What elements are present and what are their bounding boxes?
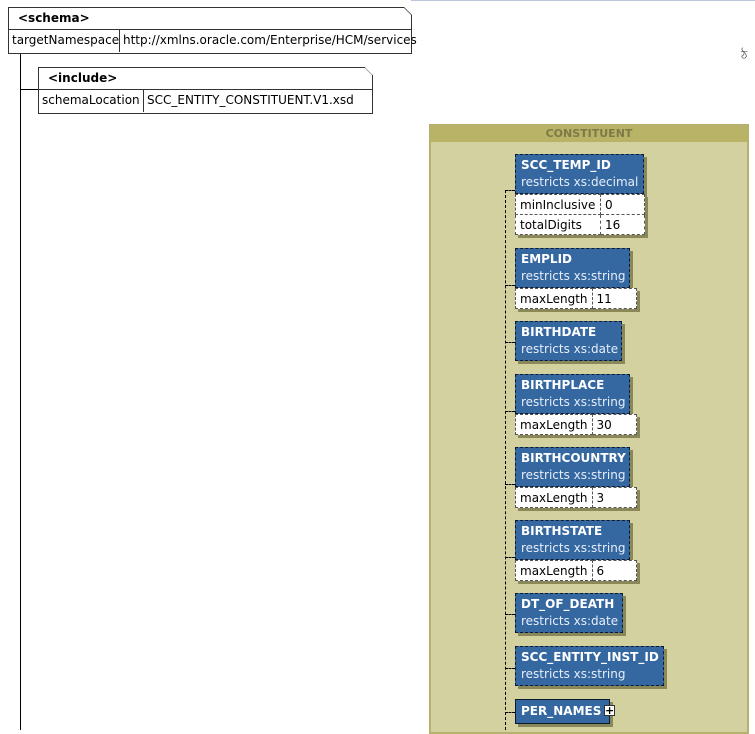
schema-title: <schema>	[9, 8, 411, 30]
facet-value: 6	[591, 560, 637, 581]
connector-tick	[505, 411, 515, 412]
element-name: BIRTHDATE	[521, 325, 597, 339]
element-birthdate[interactable]: BIRTHDATE restricts xs:date	[515, 321, 622, 361]
facet-name: maxLength	[515, 487, 593, 508]
element-name: DT_OF_DEATH	[521, 597, 615, 611]
facet-value: 16	[600, 214, 645, 235]
facet-name: maxLength	[515, 288, 593, 309]
element-birthcountry[interactable]: BIRTHCOUNTRY restricts xs:string maxLeng…	[515, 447, 637, 508]
element-header: DT_OF_DEATH restricts xs:date	[515, 593, 623, 633]
facet-row: minInclusive 0	[515, 194, 645, 215]
element-restriction: restricts xs:string	[521, 541, 626, 555]
facet-row: maxLength 30	[515, 414, 637, 435]
facet-table: maxLength 6	[515, 560, 637, 581]
element-emplid[interactable]: EMPLID restricts xs:string maxLength 11	[515, 248, 637, 309]
connector-tick	[505, 614, 515, 615]
facet-value: 30	[591, 414, 637, 435]
element-birthplace[interactable]: BIRTHPLACE restricts xs:string maxLength…	[515, 374, 637, 435]
element-birthstate[interactable]: BIRTHSTATE restricts xs:string maxLength…	[515, 520, 637, 581]
connector-tick	[505, 190, 515, 191]
element-header: BIRTHPLACE restricts xs:string	[515, 374, 630, 414]
facet-value: 3	[591, 487, 637, 508]
facet-value: 11	[591, 288, 637, 309]
element-name: BIRTHPLACE	[521, 378, 605, 392]
facet-table: maxLength 3	[515, 487, 637, 508]
element-restriction: restricts xs:string	[521, 269, 626, 283]
connector-tick	[505, 285, 515, 286]
connector-tick	[505, 557, 515, 558]
sequence-connector-line	[505, 190, 506, 730]
fold-corner-icon	[404, 7, 412, 15]
element-header: SCC_TEMP_ID restricts xs:decimal	[515, 154, 644, 194]
facet-name: maxLength	[515, 560, 593, 581]
element-scc-temp-id[interactable]: SCC_TEMP_ID restricts xs:decimal minIncl…	[515, 154, 645, 235]
facet-name: maxLength	[515, 414, 593, 435]
schema-attribute-row: targetNamespace http://xmlns.oracle.com/…	[9, 30, 417, 52]
facet-table: minInclusive 0 totalDigits 16	[515, 194, 645, 235]
expand-plus-icon[interactable]: +	[604, 705, 615, 716]
schema-tree-line	[20, 54, 21, 730]
element-restriction: restricts xs:string	[521, 468, 626, 482]
schema-node[interactable]: <schema> targetNamespace http://xmlns.or…	[8, 7, 417, 54]
include-attr-value: SCC_ENTITY_CONSTITUENT.V1.xsd	[143, 90, 357, 112]
element-restriction: restricts xs:date	[521, 342, 619, 356]
facet-row: totalDigits 16	[515, 214, 645, 235]
element-per-names[interactable]: PER_NAMES	[515, 699, 610, 724]
include-title: <include>	[39, 68, 372, 90]
element-name: BIRTHSTATE	[521, 524, 603, 538]
fold-corner-icon	[365, 67, 373, 75]
element-header: BIRTHSTATE restricts xs:string	[515, 520, 630, 560]
facet-name: minInclusive	[515, 194, 601, 215]
connector-tick	[505, 484, 515, 485]
element-name: SCC_TEMP_ID	[521, 158, 611, 172]
include-node[interactable]: <include> schemaLocation SCC_ENTITY_CONS…	[38, 67, 373, 114]
element-header: EMPLID restricts xs:string	[515, 248, 630, 288]
facet-row: maxLength 11	[515, 288, 637, 309]
connector-tick	[505, 342, 515, 343]
element-scc-entity-inst-id[interactable]: SCC_ENTITY_INST_ID restricts xs:string	[515, 646, 664, 686]
facet-row: maxLength 3	[515, 487, 637, 508]
facet-row: maxLength 6	[515, 560, 637, 581]
element-restriction: restricts xs:date	[521, 614, 619, 628]
include-attr-name: schemaLocation	[42, 93, 140, 107]
connector-tick	[505, 668, 515, 669]
facet-value: 0	[600, 194, 645, 215]
schema-attr-name: targetNamespace	[12, 33, 120, 47]
side-glyph: ঠ	[741, 48, 748, 62]
element-header: BIRTHDATE restricts xs:date	[515, 321, 622, 361]
include-attribute-row: schemaLocation SCC_ENTITY_CONSTITUENT.V1…	[39, 90, 372, 112]
connector-tick	[505, 712, 515, 713]
facet-name: totalDigits	[515, 214, 601, 235]
include-connector	[20, 89, 38, 90]
element-dt-of-death[interactable]: DT_OF_DEATH restricts xs:date	[515, 593, 623, 633]
schema-attr-value: http://xmlns.oracle.com/Enterprise/HCM/s…	[119, 30, 420, 52]
complex-type-title: CONSTITUENT	[431, 126, 747, 142]
element-header: SCC_ENTITY_INST_ID restricts xs:string	[515, 646, 664, 686]
element-name: EMPLID	[521, 252, 573, 266]
top-border-line	[411, 0, 755, 1]
facet-table: maxLength 11	[515, 288, 637, 309]
element-header: BIRTHCOUNTRY restricts xs:string	[515, 447, 630, 487]
element-name: SCC_ENTITY_INST_ID	[521, 650, 659, 664]
element-restriction: restricts xs:string	[521, 667, 626, 681]
element-name: BIRTHCOUNTRY	[521, 451, 626, 465]
element-restriction: restricts xs:string	[521, 395, 626, 409]
facet-table: maxLength 30	[515, 414, 637, 435]
element-restriction: restricts xs:decimal	[521, 175, 639, 189]
